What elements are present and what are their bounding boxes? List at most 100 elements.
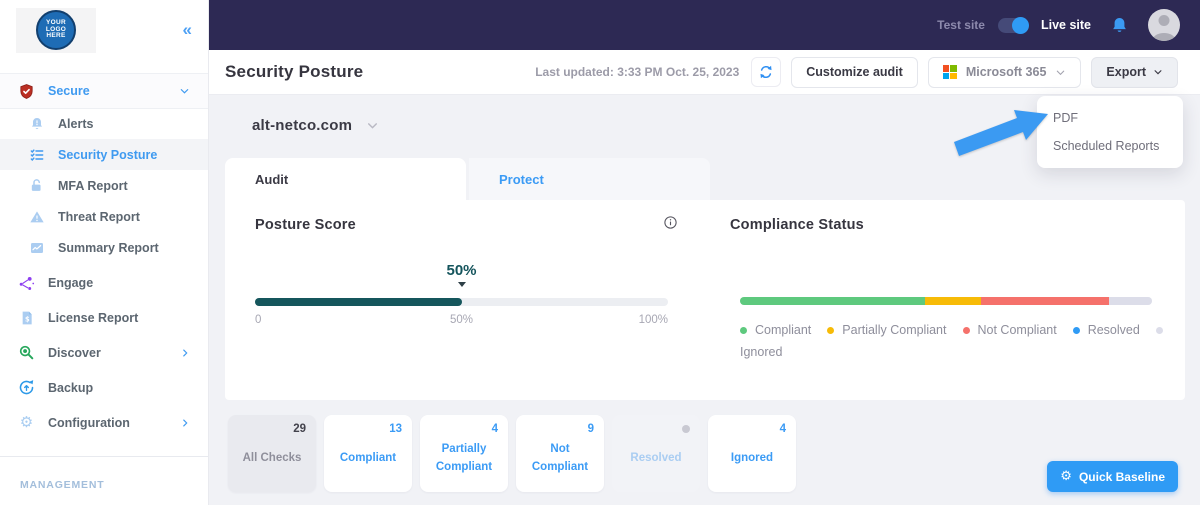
gear-icon: ⚙ (1060, 469, 1072, 484)
posture-score-value: 50% (446, 262, 477, 279)
site-toggle[interactable] (997, 16, 1029, 34)
magnifier-icon (18, 344, 35, 361)
avatar-head (1158, 15, 1170, 26)
card-all-checks[interactable]: 29 All Checks (228, 415, 316, 492)
tab-protect[interactable]: Protect (469, 158, 710, 200)
legend-row: Compliant Partially Compliant Not Compli… (740, 319, 1170, 341)
sidebar-item-threat-report[interactable]: Threat Report (0, 201, 208, 232)
sidebar-item-discover[interactable]: Discover (0, 335, 208, 370)
sidebar-item-security-posture[interactable]: Security Posture (0, 139, 208, 170)
sidebar-item-label: Security Posture (58, 147, 158, 162)
sidebar-item-license-report[interactable]: $ License Report (0, 300, 208, 335)
legend-row: Ignored (740, 341, 1170, 363)
sidebar-item-label: MFA Report (58, 178, 128, 193)
legend-label: Resolved (1087, 323, 1140, 337)
sidebar-item-backup[interactable]: Backup (0, 370, 208, 405)
sidebar-item-mfa-report[interactable]: MFA Report (0, 170, 208, 201)
compliance-legend: Compliant Partially Compliant Not Compli… (740, 319, 1170, 363)
last-updated-text: Last updated: 3:33 PM Oct. 25, 2023 (535, 65, 740, 79)
tabstrip: Audit Protect (225, 158, 710, 200)
legend-label: Not Compliant (977, 323, 1057, 337)
card-count: 13 (389, 423, 402, 435)
sidebar-item-engage[interactable]: Engage (0, 266, 208, 300)
sidebar-item-label: Configuration (48, 415, 130, 430)
card-label: Ignored (730, 451, 774, 464)
legend-item-partially-compliant: Partially Compliant (827, 323, 947, 337)
export-label: Export (1106, 65, 1146, 79)
tab-audit[interactable]: Audit (225, 158, 466, 200)
card-resolved[interactable]: Resolved (612, 415, 700, 492)
legend-dot-ignored (1155, 326, 1163, 334)
chevron-down-icon (368, 123, 378, 129)
audit-panel: Posture Score Compliance Status 50% 0 50… (225, 200, 1185, 400)
quick-baseline-label: Quick Baseline (1078, 469, 1165, 484)
share-network-icon (18, 275, 35, 292)
bell-alert-icon (28, 115, 45, 132)
export-button[interactable]: Export (1091, 56, 1178, 88)
refresh-button[interactable] (751, 57, 782, 87)
compliance-status-heading: Compliance Status (730, 217, 864, 233)
line-chart-icon (28, 239, 45, 256)
posture-score-fill (255, 298, 462, 306)
axis-tick: 100% (638, 314, 668, 326)
notification-bell-icon[interactable] (1110, 16, 1129, 35)
warning-triangle-icon (28, 208, 45, 225)
legend-label: Compliant (755, 323, 812, 337)
test-site-label: Test site (937, 18, 985, 32)
sidebar-logo-row: YOUR LOGO HERE « (0, 0, 208, 56)
card-label: Not Compliant (531, 443, 589, 473)
card-partially-compliant[interactable]: 4 Partially Compliant (420, 415, 508, 492)
sidebar-item-label: Discover (48, 345, 101, 360)
tenant-select[interactable]: Microsoft 365 (927, 56, 1082, 88)
page-title: Security Posture (225, 62, 364, 81)
card-not-compliant[interactable]: 9 Not Compliant (516, 415, 604, 492)
segment-ignored (1109, 297, 1152, 305)
shield-check-icon (18, 83, 35, 100)
sidebar-item-summary-report[interactable]: Summary Report (0, 232, 208, 263)
invoice-dollar-icon: $ (18, 309, 35, 326)
avatar-body (1153, 33, 1175, 41)
export-dropdown-menu: PDF Scheduled Reports (1037, 96, 1183, 168)
sidebar-item-secure[interactable]: Secure (0, 74, 208, 108)
topbar: Test site Live site (208, 0, 1200, 50)
export-menu-item-pdf[interactable]: PDF (1037, 104, 1183, 132)
info-icon[interactable] (663, 215, 678, 235)
tab-label: Protect (499, 171, 544, 187)
chevron-right-icon (180, 418, 190, 428)
card-compliant[interactable]: 13 Compliant (324, 415, 412, 492)
legend-item-not-compliant: Not Compliant (962, 323, 1057, 337)
export-menu-item-scheduled-reports[interactable]: Scheduled Reports (1037, 132, 1183, 160)
card-count: 4 (491, 423, 498, 435)
card-label: Resolved (630, 451, 682, 464)
sidebar-nav: Secure Alerts Security Posture MFA Repor… (0, 74, 208, 440)
card-count: 29 (293, 423, 306, 435)
customize-audit-button[interactable]: Customize audit (791, 56, 918, 88)
svg-text:$: $ (25, 315, 30, 323)
legend-item-resolved: Resolved (1072, 323, 1140, 337)
logo-badge: YOUR LOGO HERE (36, 10, 76, 50)
card-ignored[interactable]: 4 Ignored (708, 415, 796, 492)
quick-baseline-button[interactable]: ⚙ Quick Baseline (1047, 461, 1178, 492)
marker-triangle-icon (457, 282, 466, 287)
card-count: 9 (587, 423, 594, 435)
tenant-selected-label: Microsoft 365 (965, 65, 1047, 79)
check-summary-cards: 29 All Checks 13 Compliant 4 Partially C… (228, 415, 796, 492)
card-label: All Checks (242, 451, 302, 464)
company-logo: YOUR LOGO HERE (16, 7, 96, 53)
microsoft-logo-icon (942, 65, 957, 79)
security-posture-app: Test site Live site YOUR LOGO HERE « Sec… (0, 0, 1200, 505)
posture-score-heading: Posture Score (255, 217, 356, 233)
segment-not-compliant (981, 297, 1110, 305)
sidebar-collapse-icon[interactable]: « (183, 20, 192, 40)
sidebar-item-configuration[interactable]: ⚙ Configuration (0, 405, 208, 440)
user-avatar[interactable] (1148, 9, 1180, 41)
lock-icon (28, 177, 45, 194)
organization-selector[interactable]: alt-netco.com (252, 117, 379, 134)
page-header: Security Posture Last updated: 3:33 PM O… (208, 50, 1200, 95)
axis-tick: 0 (255, 314, 262, 326)
sidebar-item-label: Engage (48, 276, 94, 290)
sidebar-item-label: License Report (48, 310, 139, 325)
tab-label: Audit (255, 171, 289, 187)
legend-dot (827, 326, 835, 334)
sidebar-item-alerts[interactable]: Alerts (0, 108, 208, 139)
